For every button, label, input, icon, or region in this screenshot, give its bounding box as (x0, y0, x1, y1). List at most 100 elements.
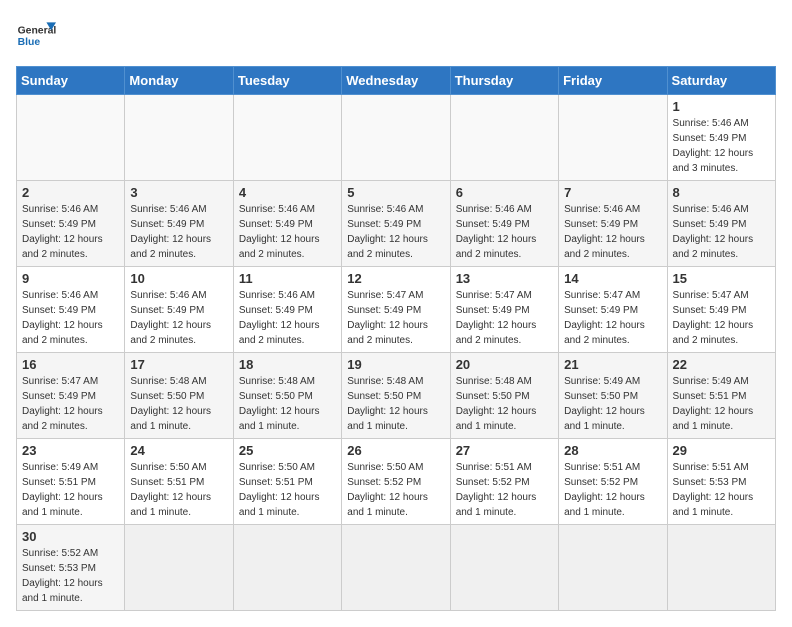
calendar: SundayMondayTuesdayWednesdayThursdayFrid… (16, 66, 776, 611)
calendar-cell: 2 Sunrise: 5:46 AM Sunset: 5:49 PM Daylig… (17, 181, 125, 267)
day-info: Sunrise: 5:46 AM Sunset: 5:49 PM Dayligh… (673, 202, 770, 262)
day-info: Sunrise: 5:47 AM Sunset: 5:49 PM Dayligh… (347, 288, 444, 348)
day-info: Sunrise: 5:46 AM Sunset: 5:49 PM Dayligh… (347, 202, 444, 262)
day-number: 30 (22, 529, 119, 544)
calendar-cell: 5 Sunrise: 5:46 AM Sunset: 5:49 PM Daylig… (342, 181, 450, 267)
calendar-cell: 25 Sunrise: 5:50 AM Sunset: 5:51 PM Dayli… (233, 439, 341, 525)
day-number: 27 (456, 443, 553, 458)
day-number: 1 (673, 99, 770, 114)
calendar-cell: 21Sunrise: 5:49 AM Sunset: 5:50 PM Dayli… (559, 353, 667, 439)
day-number: 12 (347, 271, 444, 286)
day-info: Sunrise: 5:47 AM Sunset: 5:49 PM Dayligh… (22, 374, 119, 434)
day-info: Sunrise: 5:49 AM Sunset: 5:51 PM Dayligh… (673, 374, 770, 434)
calendar-cell: 18 Sunrise: 5:48 AM Sunset: 5:50 PM Dayli… (233, 353, 341, 439)
day-number: 10 (130, 271, 227, 286)
week-row-5: 23 Sunrise: 5:49 AM Sunset: 5:51 PM Dayli… (17, 439, 776, 525)
header: General Blue (16, 16, 776, 56)
calendar-cell (450, 95, 558, 181)
calendar-cell (125, 525, 233, 611)
day-info: Sunrise: 5:49 AM Sunset: 5:51 PM Dayligh… (22, 460, 119, 520)
calendar-cell: 11Sunrise: 5:46 AM Sunset: 5:49 PM Dayli… (233, 267, 341, 353)
calendar-cell: 9 Sunrise: 5:46 AM Sunset: 5:49 PM Daylig… (17, 267, 125, 353)
calendar-cell: 17Sunrise: 5:48 AM Sunset: 5:50 PM Dayli… (125, 353, 233, 439)
day-info: Sunrise: 5:46 AM Sunset: 5:49 PM Dayligh… (239, 202, 336, 262)
calendar-cell: 10Sunrise: 5:46 AM Sunset: 5:49 PM Dayli… (125, 267, 233, 353)
calendar-cell: 7 Sunrise: 5:46 AM Sunset: 5:49 PM Daylig… (559, 181, 667, 267)
calendar-cell: 30 Sunrise: 5:52 AM Sunset: 5:53 PM Dayli… (17, 525, 125, 611)
day-number: 13 (456, 271, 553, 286)
day-number: 22 (673, 357, 770, 372)
day-info: Sunrise: 5:50 AM Sunset: 5:51 PM Dayligh… (239, 460, 336, 520)
weekday-header-sunday: Sunday (17, 67, 125, 95)
calendar-cell: 4 Sunrise: 5:46 AM Sunset: 5:49 PM Daylig… (233, 181, 341, 267)
day-number: 8 (673, 185, 770, 200)
day-info: Sunrise: 5:51 AM Sunset: 5:52 PM Dayligh… (564, 460, 661, 520)
calendar-cell: 8 Sunrise: 5:46 AM Sunset: 5:49 PM Daylig… (667, 181, 775, 267)
calendar-cell: 19 Sunrise: 5:48 AM Sunset: 5:50 PM Dayli… (342, 353, 450, 439)
day-info: Sunrise: 5:46 AM Sunset: 5:49 PM Dayligh… (130, 202, 227, 262)
day-info: Sunrise: 5:50 AM Sunset: 5:51 PM Dayligh… (130, 460, 227, 520)
day-number: 9 (22, 271, 119, 286)
day-info: Sunrise: 5:46 AM Sunset: 5:49 PM Dayligh… (564, 202, 661, 262)
day-info: Sunrise: 5:46 AM Sunset: 5:49 PM Dayligh… (22, 288, 119, 348)
calendar-cell: 15 Sunrise: 5:47 AM Sunset: 5:49 PM Dayli… (667, 267, 775, 353)
day-number: 3 (130, 185, 227, 200)
calendar-cell: 24Sunrise: 5:50 AM Sunset: 5:51 PM Dayli… (125, 439, 233, 525)
calendar-cell (342, 95, 450, 181)
week-row-2: 2 Sunrise: 5:46 AM Sunset: 5:49 PM Daylig… (17, 181, 776, 267)
day-info: Sunrise: 5:52 AM Sunset: 5:53 PM Dayligh… (22, 546, 119, 606)
weekday-header-monday: Monday (125, 67, 233, 95)
calendar-cell (17, 95, 125, 181)
calendar-cell: 12 Sunrise: 5:47 AM Sunset: 5:49 PM Dayli… (342, 267, 450, 353)
week-row-1: 1Sunrise: 5:46 AM Sunset: 5:49 PM Daylig… (17, 95, 776, 181)
calendar-cell: 23 Sunrise: 5:49 AM Sunset: 5:51 PM Dayli… (17, 439, 125, 525)
week-row-3: 9 Sunrise: 5:46 AM Sunset: 5:49 PM Daylig… (17, 267, 776, 353)
general-blue-icon: General Blue (16, 16, 56, 56)
week-row-6: 30 Sunrise: 5:52 AM Sunset: 5:53 PM Dayli… (17, 525, 776, 611)
calendar-cell: 1Sunrise: 5:46 AM Sunset: 5:49 PM Daylig… (667, 95, 775, 181)
day-info: Sunrise: 5:47 AM Sunset: 5:49 PM Dayligh… (456, 288, 553, 348)
calendar-cell: 29Sunrise: 5:51 AM Sunset: 5:53 PM Dayli… (667, 439, 775, 525)
day-info: Sunrise: 5:47 AM Sunset: 5:49 PM Dayligh… (673, 288, 770, 348)
weekday-header-wednesday: Wednesday (342, 67, 450, 95)
calendar-cell: 28Sunrise: 5:51 AM Sunset: 5:52 PM Dayli… (559, 439, 667, 525)
day-info: Sunrise: 5:48 AM Sunset: 5:50 PM Dayligh… (456, 374, 553, 434)
day-number: 11 (239, 271, 336, 286)
calendar-cell (450, 525, 558, 611)
calendar-cell (233, 95, 341, 181)
calendar-cell (125, 95, 233, 181)
calendar-cell: 3 Sunrise: 5:46 AM Sunset: 5:49 PM Daylig… (125, 181, 233, 267)
day-info: Sunrise: 5:48 AM Sunset: 5:50 PM Dayligh… (239, 374, 336, 434)
calendar-cell (559, 95, 667, 181)
day-number: 23 (22, 443, 119, 458)
day-number: 2 (22, 185, 119, 200)
calendar-cell (559, 525, 667, 611)
calendar-cell (667, 525, 775, 611)
logo: General Blue (16, 16, 56, 56)
day-number: 16 (22, 357, 119, 372)
day-number: 18 (239, 357, 336, 372)
weekday-header-friday: Friday (559, 67, 667, 95)
day-number: 4 (239, 185, 336, 200)
day-info: Sunrise: 5:46 AM Sunset: 5:49 PM Dayligh… (456, 202, 553, 262)
day-number: 14 (564, 271, 661, 286)
day-number: 17 (130, 357, 227, 372)
calendar-cell: 27 Sunrise: 5:51 AM Sunset: 5:52 PM Dayli… (450, 439, 558, 525)
day-number: 19 (347, 357, 444, 372)
weekday-header-saturday: Saturday (667, 67, 775, 95)
day-number: 25 (239, 443, 336, 458)
day-number: 29 (673, 443, 770, 458)
svg-text:Blue: Blue (18, 37, 41, 48)
calendar-cell (342, 525, 450, 611)
day-number: 15 (673, 271, 770, 286)
calendar-cell: 6Sunrise: 5:46 AM Sunset: 5:49 PM Daylig… (450, 181, 558, 267)
day-number: 7 (564, 185, 661, 200)
day-info: Sunrise: 5:48 AM Sunset: 5:50 PM Dayligh… (347, 374, 444, 434)
day-info: Sunrise: 5:51 AM Sunset: 5:52 PM Dayligh… (456, 460, 553, 520)
weekday-header-thursday: Thursday (450, 67, 558, 95)
calendar-cell: 22 Sunrise: 5:49 AM Sunset: 5:51 PM Dayli… (667, 353, 775, 439)
day-info: Sunrise: 5:49 AM Sunset: 5:50 PM Dayligh… (564, 374, 661, 434)
calendar-cell (233, 525, 341, 611)
day-info: Sunrise: 5:46 AM Sunset: 5:49 PM Dayligh… (22, 202, 119, 262)
day-number: 5 (347, 185, 444, 200)
